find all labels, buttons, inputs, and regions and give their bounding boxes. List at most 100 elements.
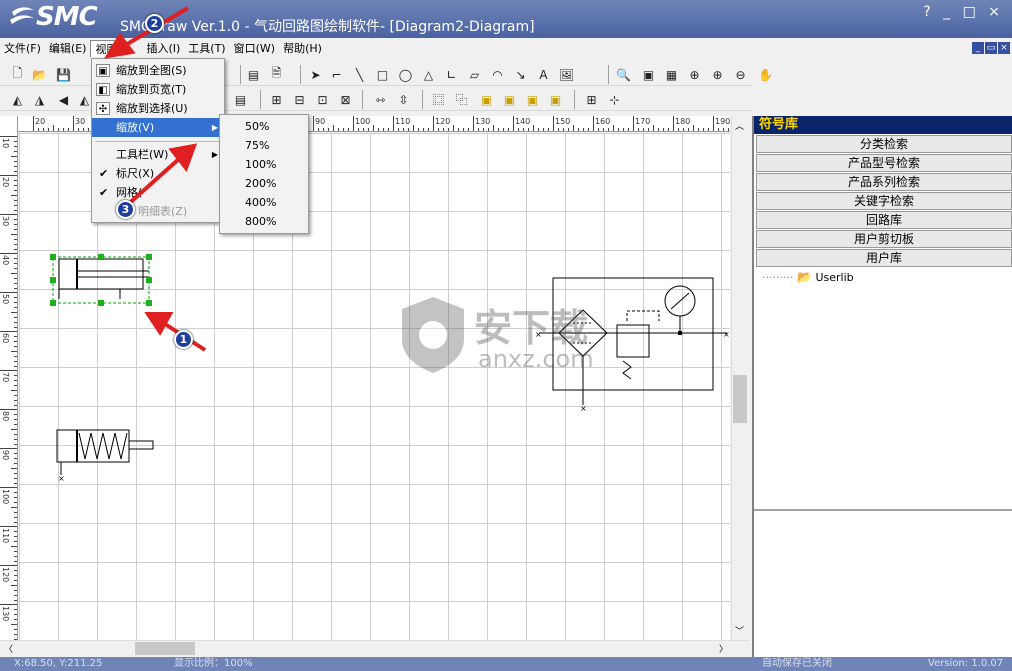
- text-icon[interactable]: A: [535, 66, 552, 83]
- ruler-top-label: 120: [435, 117, 451, 126]
- ruler-tick: [713, 116, 714, 131]
- ruler-tick: [14, 600, 17, 601]
- pan-hand-icon[interactable]: ✋: [757, 66, 774, 83]
- mdi-close-icon[interactable]: ×: [998, 42, 1010, 54]
- menu-file[interactable]: 文件(F): [0, 40, 45, 56]
- menu-item-zoom-all[interactable]: ▣ 缩放到全图(S): [92, 61, 224, 80]
- open-folder-icon[interactable]: 📂: [31, 66, 48, 83]
- menu-item-grid[interactable]: ✔ 网格(: [92, 183, 224, 202]
- ruler-tick: [14, 229, 17, 230]
- ruler-tick: [633, 116, 634, 131]
- menu-item-zoom[interactable]: 缩放(V) ▶: [92, 118, 224, 137]
- triangle-icon[interactable]: △: [420, 66, 437, 83]
- series-search-button[interactable]: 产品系列检索: [756, 173, 1012, 191]
- send-back-icon[interactable]: ▣: [501, 91, 518, 108]
- grid-toggle-icon[interactable]: ⊞: [583, 91, 600, 108]
- user-library-button[interactable]: 用户库: [756, 249, 1012, 267]
- tree-item-userlib[interactable]: Userlib: [815, 271, 853, 284]
- category-search-button[interactable]: 分类检索: [756, 135, 1012, 153]
- menu-item-zoom-selection[interactable]: ✣ 缩放到选择(U): [92, 99, 224, 118]
- space-horizontal-icon[interactable]: ⇿: [372, 91, 389, 108]
- zoom-select-icon[interactable]: ⊕: [686, 66, 703, 83]
- zoom-option-50[interactable]: 50%: [220, 117, 308, 136]
- select-pointer-icon[interactable]: ➤: [307, 66, 324, 83]
- ruler-tick: [653, 125, 654, 131]
- window-controls[interactable]: ? _ □ ×: [923, 4, 1004, 20]
- ungroup-icon[interactable]: ⿻: [453, 91, 470, 108]
- spring-return-cylinder-symbol[interactable]: ×: [56, 429, 154, 483]
- circuit-library-button[interactable]: 回路库: [756, 211, 1012, 229]
- rectangle-icon[interactable]: □: [374, 66, 391, 83]
- connector-icon[interactable]: ⌐: [328, 66, 345, 83]
- align-right-icon[interactable]: ⊠: [337, 91, 354, 108]
- align-center-icon[interactable]: ⊟: [291, 91, 308, 108]
- smc-logo: SMC: [8, 2, 98, 32]
- arc-icon[interactable]: ◠: [489, 66, 506, 83]
- rotate-left-icon[interactable]: ◀: [55, 91, 72, 108]
- menu-insert[interactable]: 插入(I): [142, 40, 184, 56]
- line-icon[interactable]: ╲: [351, 66, 368, 83]
- ruler-tick: [0, 136, 17, 137]
- zoom-option-800[interactable]: 800%: [220, 212, 308, 231]
- menu-item-zoom-page-width[interactable]: ◧ 缩放到页宽(T): [92, 80, 224, 99]
- keyword-search-button[interactable]: 关键字检索: [756, 192, 1012, 210]
- flip-horizontal-icon[interactable]: ◮: [31, 91, 48, 108]
- align-middle-icon[interactable]: ⊡: [314, 91, 331, 108]
- user-clipboard-button[interactable]: 用户剪切板: [756, 230, 1012, 248]
- zoom-out-icon[interactable]: ⊖: [732, 66, 749, 83]
- menu-edit[interactable]: 编辑(E): [45, 40, 91, 56]
- new-file-icon[interactable]: 🗋: [9, 66, 26, 83]
- page-setup-icon[interactable]: 🗎: [268, 66, 285, 83]
- ruler-tick: [14, 239, 17, 240]
- ruler-tick: [14, 439, 17, 440]
- zoom-fit-icon[interactable]: ▣: [640, 66, 657, 83]
- scroll-left-icon[interactable]: 〈: [4, 642, 13, 655]
- zoom-in-icon[interactable]: ⊕: [709, 66, 726, 83]
- menu-item-ruler[interactable]: ✔ 标尺(X): [92, 164, 224, 183]
- send-backward-icon[interactable]: ▣: [547, 91, 564, 108]
- group-icon[interactable]: ⿴: [430, 91, 447, 108]
- scroll-right-icon[interactable]: 〉: [719, 642, 728, 655]
- zoom-option-400[interactable]: 400%: [220, 193, 308, 212]
- ruler-tick: [14, 522, 17, 523]
- vertical-scroll-thumb[interactable]: [733, 375, 747, 423]
- zoom-option-200[interactable]: 200%: [220, 174, 308, 193]
- ruler-top-label: 190: [715, 117, 730, 126]
- arrow-line-icon[interactable]: ↘: [512, 66, 529, 83]
- bring-forward-icon[interactable]: ▣: [524, 91, 541, 108]
- image-icon[interactable]: 🖼: [558, 66, 575, 83]
- scroll-up-icon[interactable]: ︿: [735, 119, 744, 132]
- magnifier-icon[interactable]: 🔍: [615, 66, 632, 83]
- menu-view[interactable]: 视图: [90, 39, 123, 57]
- zoom-option-100[interactable]: 100%: [220, 155, 308, 174]
- polygon-icon[interactable]: ▱: [466, 66, 483, 83]
- properties-icon[interactable]: ▤: [245, 66, 262, 83]
- filter-regulator-symbol[interactable]: × × ×: [535, 277, 730, 413]
- menu-window[interactable]: 窗口(W): [230, 40, 279, 56]
- zoom-width-icon[interactable]: ▦: [663, 66, 680, 83]
- menu-item-label: 标尺(X): [116, 167, 155, 180]
- space-vertical-icon[interactable]: ⇳: [395, 91, 412, 108]
- bring-front-icon[interactable]: ▣: [478, 91, 495, 108]
- mdi-minimize-icon[interactable]: _: [972, 42, 984, 54]
- menu-tools[interactable]: 工具(T): [184, 40, 229, 56]
- zoom-option-75[interactable]: 75%: [220, 136, 308, 155]
- mdi-restore-icon[interactable]: ▭: [985, 42, 997, 54]
- menu-help[interactable]: 帮助(H): [279, 40, 326, 56]
- horizontal-scroll-thumb[interactable]: [135, 642, 195, 655]
- align-icon[interactable]: ▤: [232, 91, 249, 108]
- ruler-top-label: 100: [355, 117, 371, 126]
- scroll-down-icon[interactable]: ﹀: [735, 624, 744, 637]
- model-search-button[interactable]: 产品型号检索: [756, 154, 1012, 172]
- snap-toggle-icon[interactable]: ⊹: [606, 91, 623, 108]
- flip-vertical-icon[interactable]: ◭: [9, 91, 26, 108]
- align-left-icon[interactable]: ⊞: [268, 91, 285, 108]
- double-acting-cylinder-symbol[interactable]: [52, 256, 150, 304]
- menu-item-toolbars[interactable]: 工具栏(W) ▶: [92, 145, 224, 164]
- polyline-icon[interactable]: ∟: [443, 66, 460, 83]
- ellipse-icon[interactable]: ◯: [397, 66, 414, 83]
- save-icon[interactable]: 💾: [55, 66, 72, 83]
- horizontal-scrollbar[interactable]: 〈 〉: [0, 640, 750, 657]
- panel-splitter[interactable]: [754, 509, 1012, 511]
- selection-handles[interactable]: [50, 254, 152, 306]
